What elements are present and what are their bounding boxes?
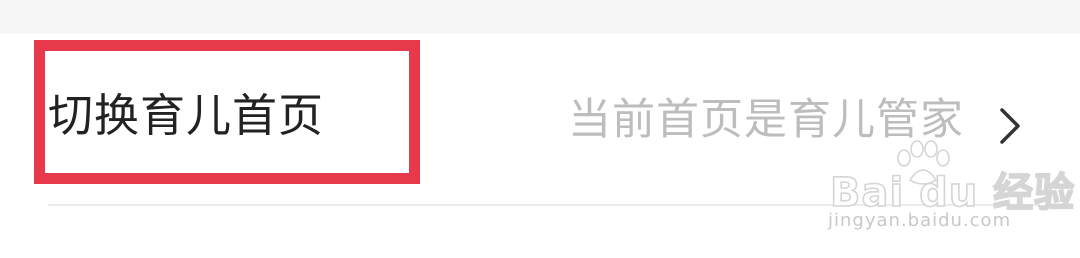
watermark-url: jingyan.baidu.com <box>828 210 1012 231</box>
chevron-right-icon[interactable] <box>990 104 1030 148</box>
row-divider <box>48 204 1040 206</box>
row-title: 切换育儿首页 <box>48 89 325 142</box>
top-spacer-band <box>0 0 1080 34</box>
current-home-value: 当前首页是育儿管家 <box>568 95 964 145</box>
switch-parenting-home-row[interactable]: 切换育儿首页 当前首页是育儿管家 <box>0 34 1080 206</box>
